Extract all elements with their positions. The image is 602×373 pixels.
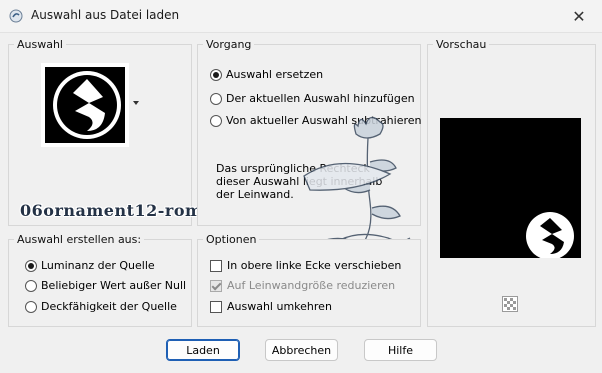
hilfe-button[interactable]: Hilfe	[364, 339, 437, 361]
selection-shape-icon	[53, 71, 121, 139]
selection-thumbnail-image	[45, 67, 125, 143]
radio-label: Auswahl ersetzen	[226, 68, 324, 81]
close-icon: ✕	[572, 6, 586, 26]
radio-deckfaehigkeit[interactable]: Deckfähigkeit der Quelle	[25, 300, 177, 313]
app-icon	[9, 9, 23, 23]
radio-button[interactable]	[210, 68, 222, 81]
radio-beliebiger-wert[interactable]: Beliebiger Wert außer Null	[25, 279, 186, 292]
radio-label: Der aktuellen Auswahl hinzufügen	[226, 92, 415, 105]
check-obere-linke-ecke[interactable]: In obere linke Ecke verschieben	[210, 259, 401, 272]
check-auswahl-umkehren[interactable]: Auswahl umkehren	[210, 300, 332, 313]
checkbox[interactable]	[210, 300, 222, 313]
checkerboard-icon[interactable]	[502, 296, 518, 312]
checkbox-label: Auswahl umkehren	[227, 300, 332, 313]
radio-button[interactable]	[25, 300, 37, 313]
dropdown-arrow-icon[interactable]	[133, 101, 139, 105]
ornament-watermark-image	[303, 116, 411, 248]
laden-button[interactable]: Laden	[166, 339, 240, 361]
check-leinwandgroesse: Auf Leinwandgröße reduzieren	[210, 279, 395, 292]
radio-label: Beliebiger Wert außer Null	[41, 279, 187, 292]
auswahl-group-label: Auswahl	[14, 38, 66, 51]
radio-auswahl-hinzufuegen[interactable]: Der aktuellen Auswahl hinzufügen	[210, 92, 415, 105]
selection-thumbnail[interactable]	[41, 63, 129, 147]
radio-button[interactable]	[210, 92, 222, 105]
erstellen-group-label: Auswahl erstellen aus:	[14, 233, 145, 246]
close-button[interactable]: ✕	[564, 4, 594, 28]
radio-auswahl-ersetzen[interactable]: Auswahl ersetzen	[210, 68, 323, 81]
radio-button[interactable]	[25, 279, 37, 292]
checkbox-label: Auf Leinwandgröße reduzieren	[227, 279, 396, 292]
abbrechen-button[interactable]: Abbrechen	[265, 339, 338, 361]
title-bar: Auswahl aus Datei laden ✕	[0, 0, 602, 33]
checkbox[interactable]	[210, 259, 222, 272]
optionen-group-label: Optionen	[203, 233, 260, 246]
radio-button[interactable]	[25, 259, 37, 272]
radio-label: Deckfähigkeit der Quelle	[41, 300, 177, 313]
window-title: Auswahl aus Datei laden	[31, 8, 180, 22]
radio-button[interactable]	[210, 114, 222, 127]
checkbox	[210, 279, 222, 292]
preview-canvas	[440, 118, 581, 260]
checkbox-label: In obere linke Ecke verschieben	[227, 259, 402, 272]
vorschau-group-label: Vorschau	[433, 38, 490, 51]
radio-label: Luminanz der Quelle	[41, 259, 155, 272]
radio-luminanz[interactable]: Luminanz der Quelle	[25, 259, 155, 272]
vorgang-group-label: Vorgang	[203, 38, 255, 51]
preview-shape-icon	[526, 212, 574, 260]
